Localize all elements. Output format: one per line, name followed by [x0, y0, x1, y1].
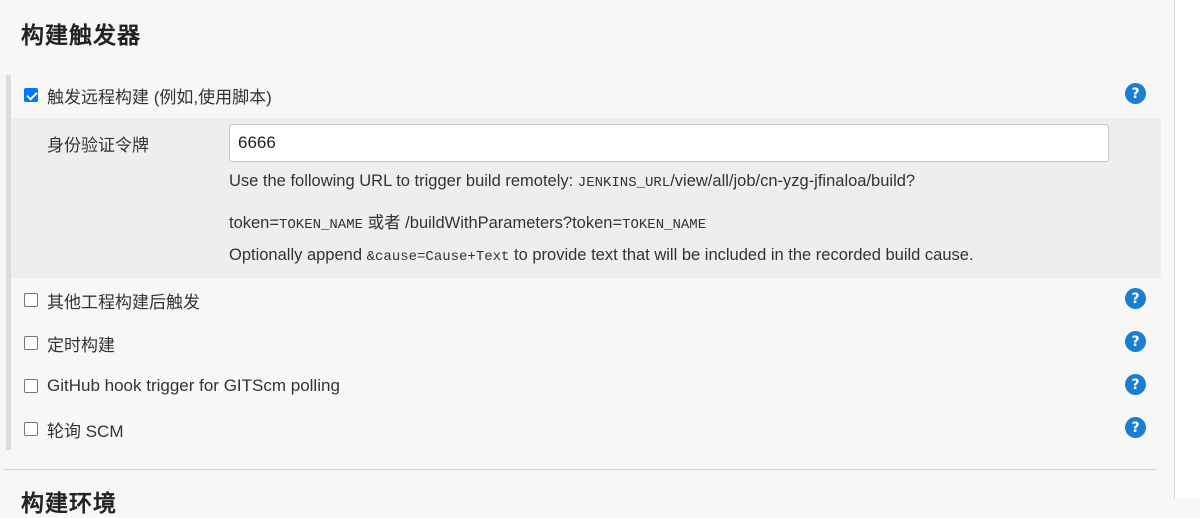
- desc2-code-b: TOKEN_NAME: [622, 217, 707, 233]
- cause-description: Optionally append &cause=Cause+Text to p…: [229, 246, 974, 265]
- token-input[interactable]: [229, 124, 1109, 162]
- desc2-code-a: TOKEN_NAME: [279, 217, 364, 233]
- help-icon[interactable]: ?: [1125, 331, 1146, 352]
- url-description-line1: Use the following URL to trigger build r…: [229, 172, 915, 191]
- github-hook-checkbox[interactable]: [24, 379, 38, 393]
- help-icon[interactable]: ?: [1125, 374, 1146, 395]
- right-gutter: [1175, 0, 1200, 499]
- desc1-path: /view/all/job/cn-yzg-jfinaloa/build?: [670, 172, 916, 190]
- poll-scm-label: 轮询 SCM: [47, 421, 124, 441]
- trigger-after-other-builds[interactable]: 其他工程构建后触发: [24, 288, 200, 312]
- desc1-code: JENKINS_URL: [577, 175, 671, 191]
- url-description-line2: token=TOKEN_NAME 或者 /buildWithParameters…: [229, 209, 706, 233]
- help-icon[interactable]: ?: [1125, 83, 1146, 104]
- desc2-mid: 或者 /buildWithParameters?token=: [363, 214, 623, 232]
- poll-scm-checkbox[interactable]: [24, 422, 38, 436]
- after-other-builds-label: 其他工程构建后触发: [47, 292, 200, 312]
- desc1-text: Use the following URL to trigger build r…: [229, 172, 578, 190]
- trigger-poll-scm[interactable]: 轮询 SCM: [24, 417, 124, 441]
- desc3-code: &cause=Cause+Text: [366, 249, 510, 265]
- token-label: 身份验证令牌: [47, 136, 149, 155]
- desc3-pre: Optionally append: [229, 246, 367, 264]
- remote-build-checkbox[interactable]: [24, 88, 38, 102]
- trigger-scheduled-build[interactable]: 定时构建: [24, 331, 115, 355]
- desc2-text-a: token=: [229, 214, 279, 232]
- scheduled-build-checkbox[interactable]: [24, 336, 38, 350]
- after-other-builds-checkbox[interactable]: [24, 293, 38, 307]
- github-hook-label: GitHub hook trigger for GITScm polling: [47, 376, 340, 395]
- help-icon[interactable]: ?: [1125, 288, 1146, 309]
- section-divider: [4, 469, 1156, 470]
- desc3-post: to provide text that will be included in…: [509, 246, 974, 264]
- trigger-github-hook[interactable]: GitHub hook trigger for GITScm polling: [24, 374, 340, 398]
- next-section-title: 构建环境: [21, 490, 117, 516]
- trigger-remote-build[interactable]: 触发远程构建 (例如,使用脚本): [24, 83, 272, 107]
- scheduled-build-label: 定时构建: [47, 335, 115, 355]
- section-title: 构建触发器: [21, 22, 141, 48]
- remote-build-label: 触发远程构建 (例如,使用脚本): [47, 87, 272, 107]
- help-icon[interactable]: ?: [1125, 417, 1146, 438]
